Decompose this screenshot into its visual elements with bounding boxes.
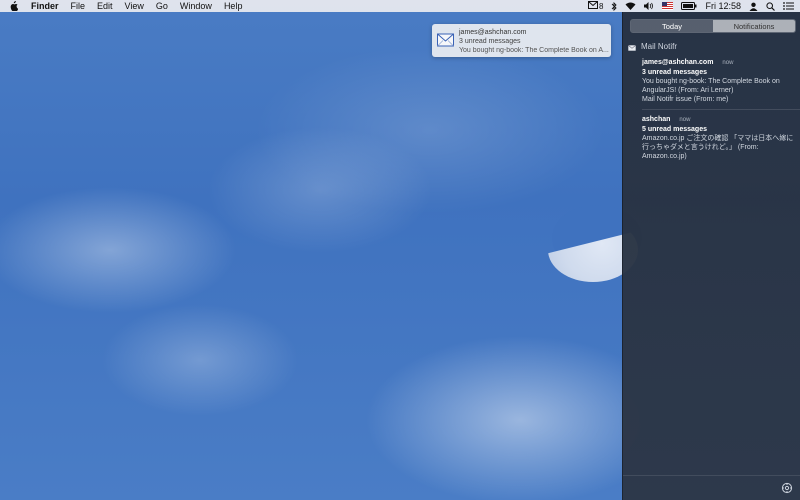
mail-status[interactable]: 8 xyxy=(588,0,603,12)
entry-line: Mail Notifr issue (From: me) xyxy=(642,96,729,103)
menu-app-name[interactable]: Finder xyxy=(25,0,65,12)
mail-count: 8 xyxy=(599,1,604,11)
mail-notification-banner[interactable]: james@ashchan.com 3 unread messages You … xyxy=(432,24,611,57)
entry-account: james@ashchan.com xyxy=(642,59,714,66)
mail-icon xyxy=(588,1,599,11)
menu-help[interactable]: Help xyxy=(218,0,249,12)
user-icon[interactable] xyxy=(749,0,758,12)
tab-notifications[interactable]: Notifications xyxy=(713,20,795,32)
entry-account: ashchan xyxy=(642,116,671,123)
menu-window[interactable]: Window xyxy=(174,0,218,12)
entry-time: now xyxy=(679,117,691,123)
menu-view[interactable]: View xyxy=(119,0,150,12)
battery-icon[interactable] xyxy=(681,0,697,12)
entry-line: Amazon.co.jp) xyxy=(642,153,687,160)
search-icon[interactable] xyxy=(766,0,775,12)
menu-bar: Finder File Edit View Go Window Help 8 F… xyxy=(0,0,800,12)
mail-notifr-app-icon xyxy=(628,44,636,51)
notification-center-icon[interactable] xyxy=(783,0,794,12)
gear-icon[interactable] xyxy=(781,481,793,494)
entry-count: 5 unread messages xyxy=(642,126,707,133)
panel-tabs: Today Notifications xyxy=(630,19,796,33)
menu-file[interactable]: File xyxy=(65,0,92,12)
menu-edit[interactable]: Edit xyxy=(91,0,119,12)
entry-divider xyxy=(642,109,800,110)
entry-line: Amazon.co.jp ご注文の確認 「ママは日本へ嫁に xyxy=(642,135,794,142)
bluetooth-icon[interactable] xyxy=(611,0,618,12)
volume-icon[interactable] xyxy=(644,0,654,12)
banner-body: You bought ng-book: The Complete Book on… xyxy=(459,47,609,54)
menubar-clock[interactable]: Fri 12:58 xyxy=(705,1,741,11)
mail-app-icon xyxy=(437,33,454,47)
menu-go[interactable]: Go xyxy=(150,0,174,12)
notification-entry[interactable]: ashchan now 5 unread messages Amazon.co.… xyxy=(642,115,794,161)
banner-subtitle: 3 unread messages xyxy=(459,38,521,45)
mail-notifr-section-header: Mail Notifr xyxy=(628,42,677,51)
wifi-icon[interactable] xyxy=(625,0,636,12)
tab-today[interactable]: Today xyxy=(631,20,713,32)
banner-account: james@ashchan.com xyxy=(459,29,527,36)
notification-entry[interactable]: james@ashchan.com now 3 unread messages … xyxy=(642,58,794,104)
entry-line: You bought ng-book: The Complete Book on xyxy=(642,78,780,85)
section-title: Mail Notifr xyxy=(641,42,678,51)
us-flag-icon[interactable] xyxy=(662,0,674,12)
entry-time: now xyxy=(722,60,734,66)
entry-count: 3 unread messages xyxy=(642,69,707,76)
notification-center-panel: Today Notifications Mail Notifr james@as… xyxy=(622,12,800,500)
panel-bottom-divider xyxy=(623,475,800,476)
apple-icon[interactable] xyxy=(9,1,19,11)
entry-line: AngularJS! (From: Ari Lerner) xyxy=(642,87,734,94)
entry-line: 行っちゃダメと言うけれど。」 (From: xyxy=(642,144,759,151)
